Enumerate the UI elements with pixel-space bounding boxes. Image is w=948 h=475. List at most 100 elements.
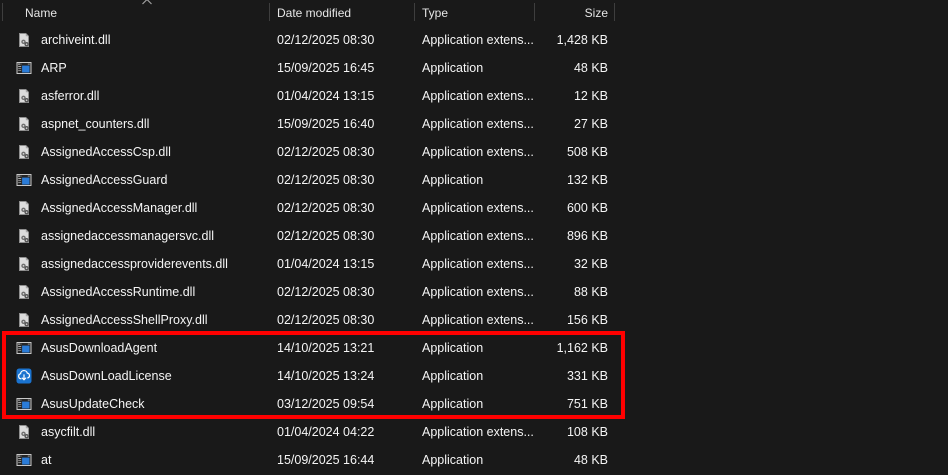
file-row[interactable]: AsusUpdateCheck 03/12/2025 09:54 Applica… bbox=[0, 390, 948, 418]
file-type-cell: Application bbox=[415, 166, 535, 194]
file-type: Application extens... bbox=[422, 117, 534, 131]
file-type: Application extens... bbox=[422, 201, 534, 215]
file-name: AsusDownloadAgent bbox=[41, 341, 157, 355]
file-type-cell: Application bbox=[415, 390, 535, 418]
column-header-size[interactable]: Size bbox=[535, 0, 615, 26]
file-name: AssignedAccessManager.dll bbox=[41, 201, 197, 215]
file-size-cell: 88 KB bbox=[535, 278, 615, 306]
file-list: archiveint.dll 02/12/2025 08:30 Applicat… bbox=[0, 26, 948, 474]
dll-file-icon bbox=[16, 88, 32, 104]
file-row[interactable]: asferror.dll 01/04/2024 13:15 Applicatio… bbox=[0, 82, 948, 110]
file-size-cell: 751 KB bbox=[535, 390, 615, 418]
file-row[interactable]: AsusDownLoadLicense 14/10/2025 13:24 App… bbox=[0, 362, 948, 390]
sort-ascending-icon bbox=[141, 0, 153, 5]
column-header-type[interactable]: Type bbox=[415, 0, 535, 26]
file-name: AssignedAccessGuard bbox=[41, 173, 167, 187]
file-size: 48 KB bbox=[574, 453, 608, 467]
file-row[interactable]: assignedaccessmanagersvc.dll 02/12/2025 … bbox=[0, 222, 948, 250]
file-date-cell: 01/04/2024 13:15 bbox=[270, 82, 415, 110]
file-type: Application extens... bbox=[422, 33, 534, 47]
column-header-name[interactable]: Name bbox=[0, 0, 270, 26]
file-date-modified: 02/12/2025 08:30 bbox=[277, 313, 374, 327]
file-name-cell: ARP bbox=[0, 54, 270, 82]
file-type-cell: Application extens... bbox=[415, 278, 535, 306]
file-size-cell: 108 KB bbox=[535, 418, 615, 446]
file-type-cell: Application extens... bbox=[415, 110, 535, 138]
file-type-cell: Application bbox=[415, 54, 535, 82]
file-date-cell: 01/04/2024 04:22 bbox=[270, 418, 415, 446]
file-type: Application bbox=[422, 341, 483, 355]
file-size-cell: 27 KB bbox=[535, 110, 615, 138]
file-type-cell: Application bbox=[415, 334, 535, 362]
file-date-modified: 02/12/2025 08:30 bbox=[277, 285, 374, 299]
file-size-cell: 48 KB bbox=[535, 446, 615, 474]
file-size: 508 KB bbox=[567, 145, 608, 159]
cloud-download-icon bbox=[16, 368, 32, 384]
file-row[interactable]: asycfilt.dll 01/04/2024 04:22 Applicatio… bbox=[0, 418, 948, 446]
file-size: 600 KB bbox=[567, 201, 608, 215]
file-name: aspnet_counters.dll bbox=[41, 117, 149, 131]
column-header-name-label: Name bbox=[25, 6, 57, 20]
column-header-date-modified-label: Date modified bbox=[277, 6, 351, 20]
file-date-cell: 02/12/2025 08:30 bbox=[270, 138, 415, 166]
file-name-cell: aspnet_counters.dll bbox=[0, 110, 270, 138]
file-date-modified: 01/04/2024 04:22 bbox=[277, 425, 374, 439]
file-row[interactable]: AssignedAccessShellProxy.dll 02/12/2025 … bbox=[0, 306, 948, 334]
file-name-cell: assignedaccessproviderevents.dll bbox=[0, 250, 270, 278]
file-name: assignedaccessmanagersvc.dll bbox=[41, 229, 214, 243]
file-size-cell: 508 KB bbox=[535, 138, 615, 166]
file-type-cell: Application extens... bbox=[415, 418, 535, 446]
file-type: Application bbox=[422, 453, 483, 467]
file-date-cell: 15/09/2025 16:40 bbox=[270, 110, 415, 138]
column-header-row: Name Date modified Type Size bbox=[0, 0, 948, 26]
file-row[interactable]: aspnet_counters.dll 15/09/2025 16:40 App… bbox=[0, 110, 948, 138]
file-date-modified: 02/12/2025 08:30 bbox=[277, 229, 374, 243]
file-size: 32 KB bbox=[574, 257, 608, 271]
file-date-modified: 14/10/2025 13:21 bbox=[277, 341, 374, 355]
file-type: Application bbox=[422, 369, 483, 383]
file-name: archiveint.dll bbox=[41, 33, 110, 47]
file-type-cell: Application bbox=[415, 446, 535, 474]
file-name: AssignedAccessRuntime.dll bbox=[41, 285, 195, 299]
file-size: 27 KB bbox=[574, 117, 608, 131]
file-date-cell: 15/09/2025 16:44 bbox=[270, 446, 415, 474]
file-size-cell: 132 KB bbox=[535, 166, 615, 194]
dll-file-icon bbox=[16, 32, 32, 48]
file-row[interactable]: assignedaccessproviderevents.dll 01/04/2… bbox=[0, 250, 948, 278]
file-row[interactable]: AssignedAccessGuard 02/12/2025 08:30 App… bbox=[0, 166, 948, 194]
file-size: 331 KB bbox=[567, 369, 608, 383]
file-row[interactable]: AsusDownloadAgent 14/10/2025 13:21 Appli… bbox=[0, 334, 948, 362]
file-row[interactable]: AssignedAccessCsp.dll 02/12/2025 08:30 A… bbox=[0, 138, 948, 166]
file-type: Application extens... bbox=[422, 425, 534, 439]
file-size-cell: 12 KB bbox=[535, 82, 615, 110]
file-date-modified: 01/04/2024 13:15 bbox=[277, 257, 374, 271]
file-size: 896 KB bbox=[567, 229, 608, 243]
file-size-cell: 1,162 KB bbox=[535, 334, 615, 362]
file-name: AsusDownLoadLicense bbox=[41, 369, 172, 383]
file-name-cell: AsusDownLoadLicense bbox=[0, 362, 270, 390]
file-date-cell: 02/12/2025 08:30 bbox=[270, 26, 415, 54]
file-name: asycfilt.dll bbox=[41, 425, 95, 439]
file-size: 48 KB bbox=[574, 61, 608, 75]
file-row[interactable]: AssignedAccessManager.dll 02/12/2025 08:… bbox=[0, 194, 948, 222]
file-name-cell: AssignedAccessShellProxy.dll bbox=[0, 306, 270, 334]
file-row[interactable]: at 15/09/2025 16:44 Application 48 KB bbox=[0, 446, 948, 474]
file-size-cell: 156 KB bbox=[535, 306, 615, 334]
file-date-modified: 15/09/2025 16:45 bbox=[277, 61, 374, 75]
file-date-cell: 14/10/2025 13:24 bbox=[270, 362, 415, 390]
file-date-modified: 02/12/2025 08:30 bbox=[277, 173, 374, 187]
file-name-cell: AssignedAccessGuard bbox=[0, 166, 270, 194]
file-name: AssignedAccessShellProxy.dll bbox=[41, 313, 208, 327]
file-row[interactable]: AssignedAccessRuntime.dll 02/12/2025 08:… bbox=[0, 278, 948, 306]
file-size: 132 KB bbox=[567, 173, 608, 187]
file-row[interactable]: ARP 15/09/2025 16:45 Application 48 KB bbox=[0, 54, 948, 82]
file-type-cell: Application extens... bbox=[415, 306, 535, 334]
file-size-cell: 600 KB bbox=[535, 194, 615, 222]
column-header-date-modified[interactable]: Date modified bbox=[270, 0, 415, 26]
file-row[interactable]: archiveint.dll 02/12/2025 08:30 Applicat… bbox=[0, 26, 948, 54]
file-date-cell: 02/12/2025 08:30 bbox=[270, 194, 415, 222]
file-name-cell: assignedaccessmanagersvc.dll bbox=[0, 222, 270, 250]
file-type: Application extens... bbox=[422, 229, 534, 243]
file-size-cell: 331 KB bbox=[535, 362, 615, 390]
file-size: 156 KB bbox=[567, 313, 608, 327]
